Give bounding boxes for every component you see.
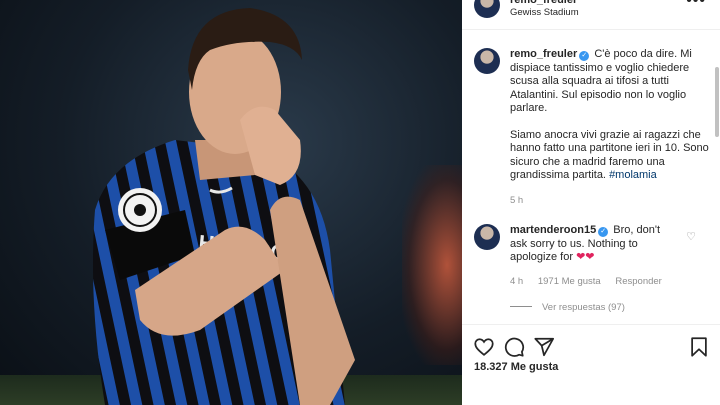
share-icon[interactable] [533,336,555,358]
caption-hashtag[interactable]: #molamia [609,169,657,181]
caption-timestamp[interactable]: 5 h [510,195,523,206]
comment-likes[interactable]: 1971 Me gusta [538,276,601,287]
verified-badge-icon: ✓ [579,51,590,61]
likes-count[interactable]: 18.327 Me gusta [474,361,558,373]
post-header: remo_freuler Gewiss Stadium ••• [462,0,720,30]
reply-button[interactable]: Responder [615,276,661,287]
post-location[interactable]: Gewiss Stadium [510,7,579,18]
comment-meta: 4 h 1971 Me gusta Responder [510,276,674,287]
comment-username[interactable]: martenderoon15 [510,224,596,236]
comment-like-heart-icon[interactable]: ♡ [686,230,696,243]
view-replies-label: Ver respuestas (97) [542,302,625,313]
caption-avatar[interactable] [474,48,500,74]
heart-icon[interactable] [473,336,495,358]
comment-timestamp[interactable]: 4 h [510,276,523,287]
comments-scroll-area[interactable]: remo_freuler ✓ C'è poco da dire. Mi dispi… [462,31,720,324]
commenter-avatar[interactable] [474,224,500,250]
verified-badge-icon: ✓ [598,227,609,237]
post-caption: remo_freuler ✓ C'è poco da dire. Mi dispi… [510,48,710,183]
caption-username[interactable]: remo_freuler [510,48,577,60]
scrollbar-thumb[interactable] [715,67,719,137]
replies-divider [510,306,532,307]
player-illustration: H SON [92,8,355,405]
post-side-panel: remo_freuler Gewiss Stadium ••• remo_fre… [462,0,720,405]
post-photo[interactable]: H SON [0,0,462,405]
author-username[interactable]: remo_freuler [510,0,577,6]
view-replies-button[interactable]: Ver respuestas (97) [510,302,625,313]
bookmark-icon[interactable] [688,336,710,358]
comment: martenderoon15 ✓ Bro, don't ask sorry to … [510,224,680,265]
author-avatar[interactable] [474,0,500,18]
post-actions: 18.327 Me gusta [462,324,720,405]
more-horizontal-icon[interactable]: ••• [686,0,706,10]
heart-emoji: ❤❤ [576,251,595,263]
comment-icon[interactable] [503,336,525,358]
